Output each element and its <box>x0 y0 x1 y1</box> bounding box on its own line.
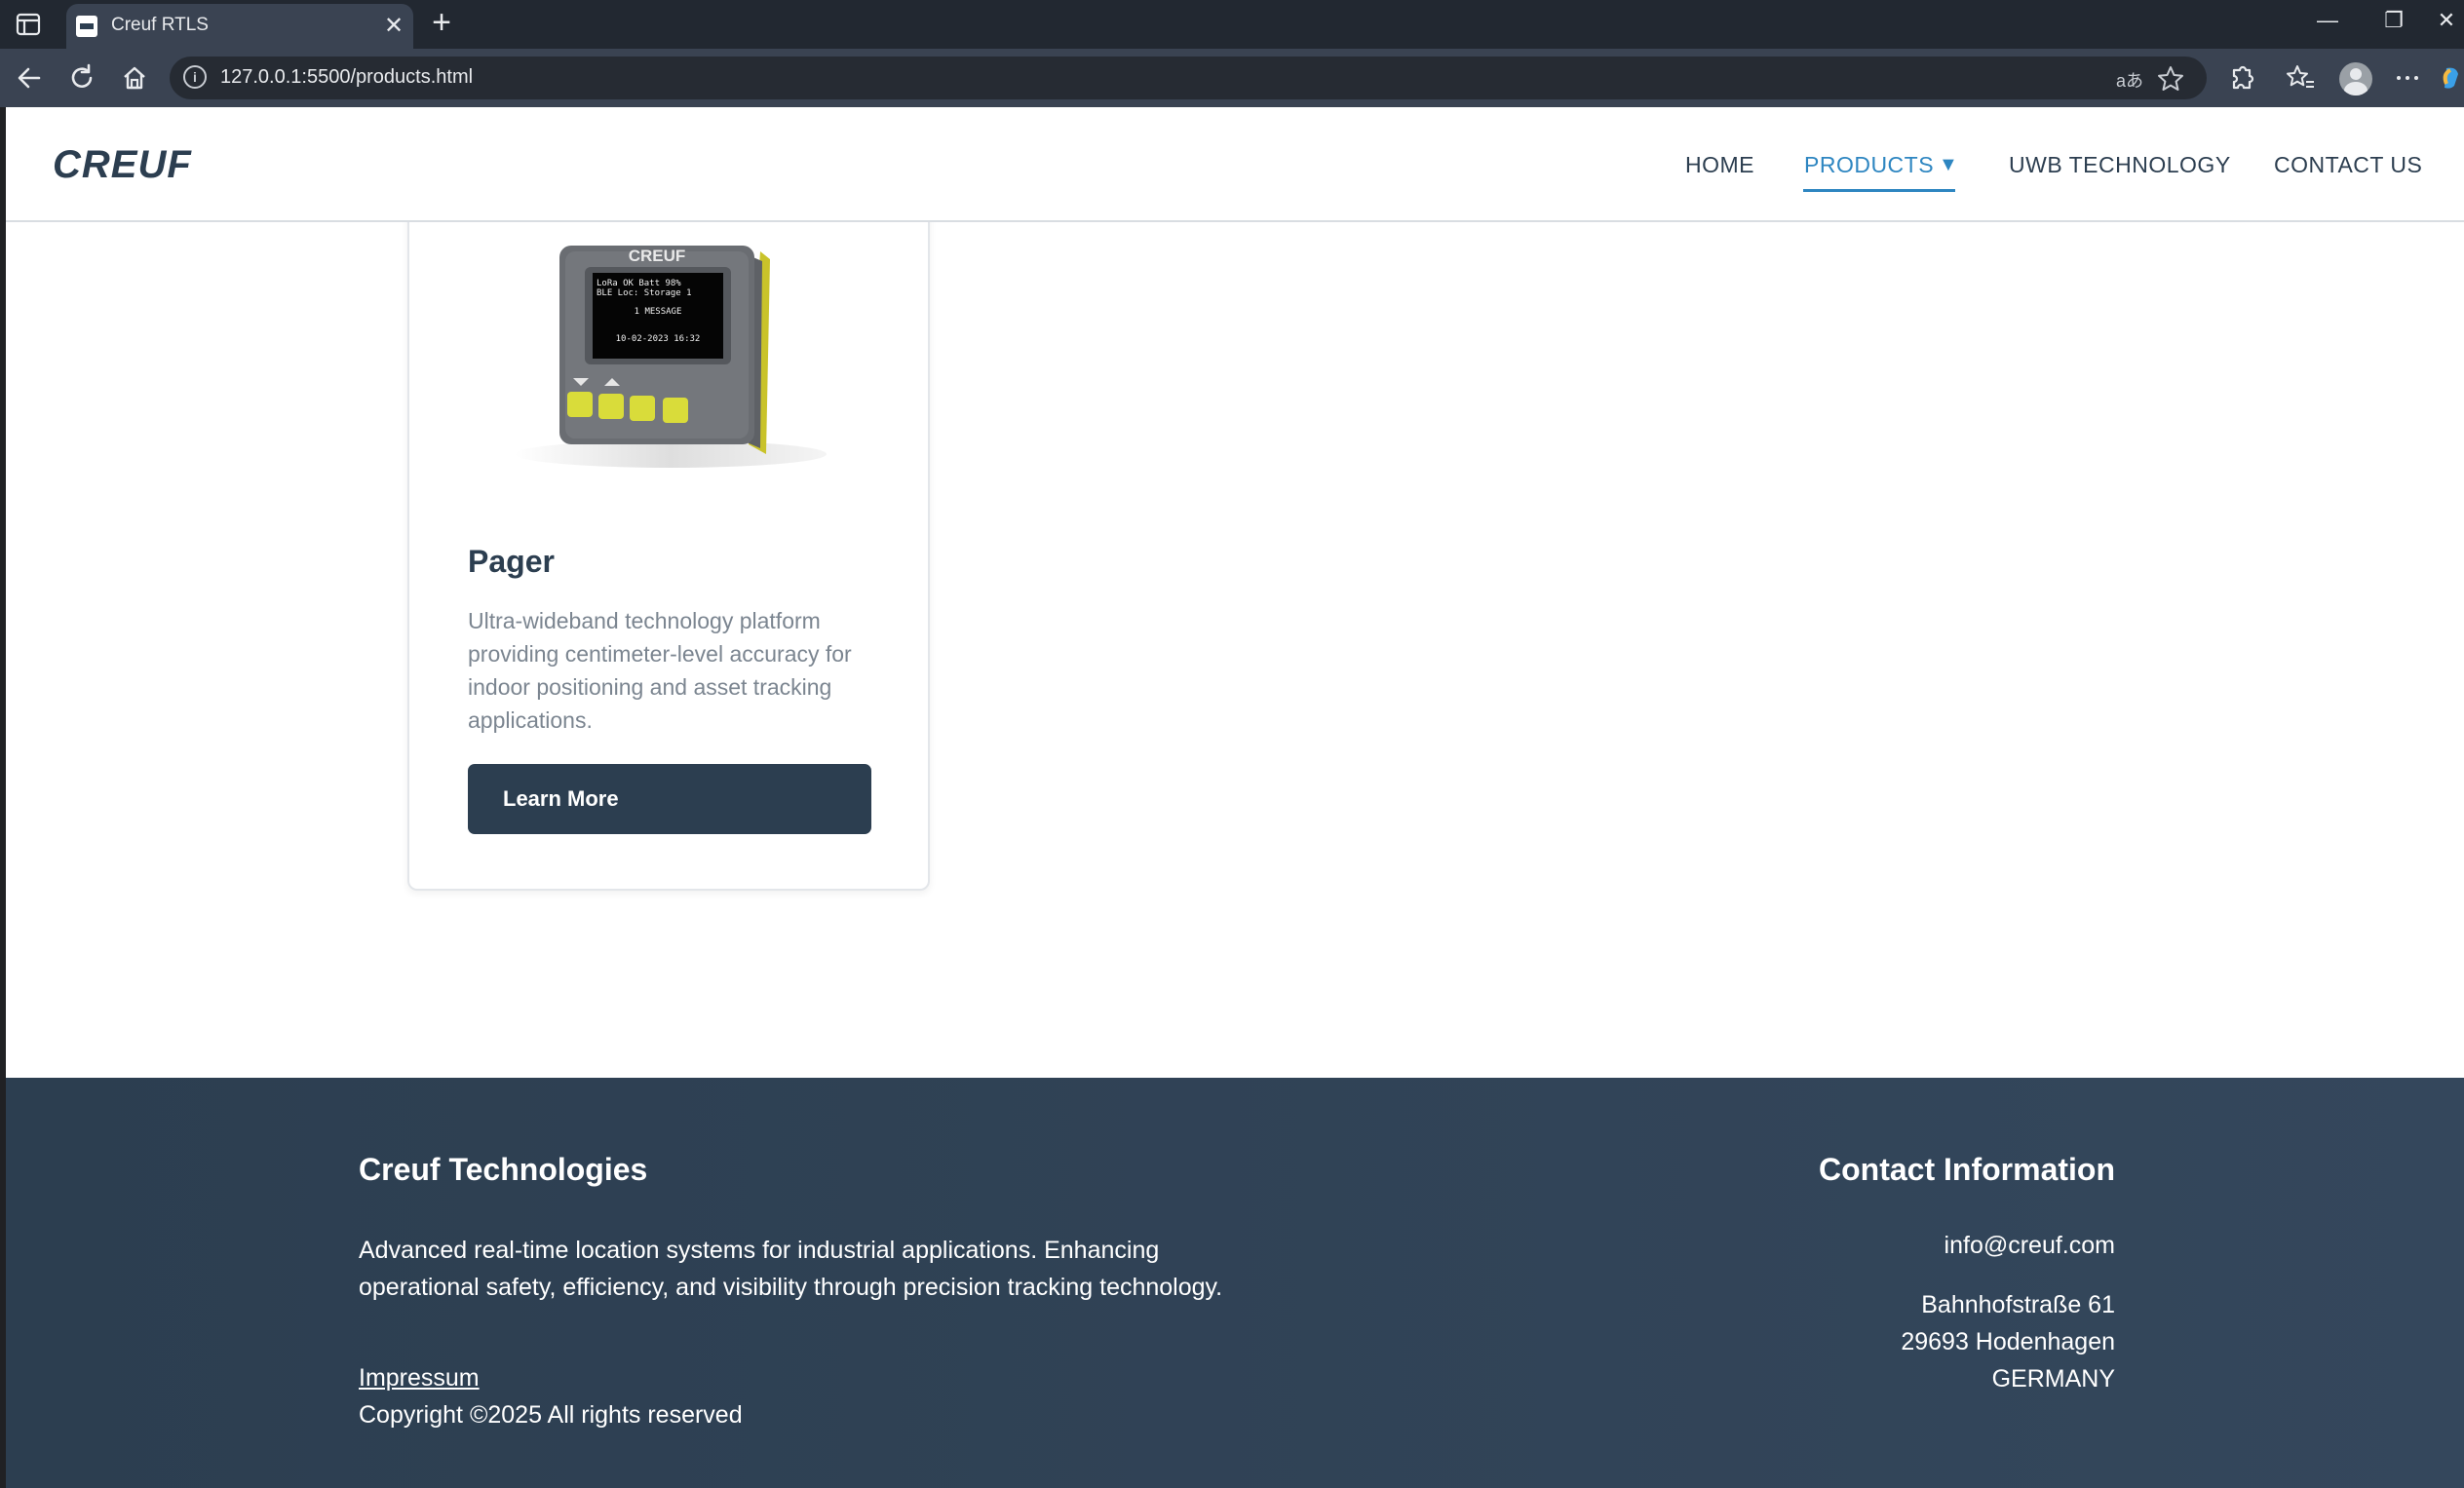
footer-company-title: Creuf Technologies <box>359 1152 648 1187</box>
device-brand-label: CREUF <box>629 247 686 265</box>
nav-home-link[interactable]: HOME <box>1685 152 1754 178</box>
address-city: 29693 Hodenhagen <box>1901 1328 2115 1355</box>
site-header: CREUF HOME PRODUCTS ▼ UWB TECHNOLOGY CON… <box>6 107 2464 222</box>
device-screen-line-2: BLE Loc: Storage 1 <box>597 288 692 298</box>
pager-product-image: CREUF LoRa OK Batt 98% BLE Loc: Storage … <box>515 246 827 468</box>
browser-tab-active[interactable]: Creuf RTLS ✕ <box>66 4 413 49</box>
contact-email[interactable]: info@creuf.com <box>1944 1232 2115 1260</box>
footer-description: Advanced real-time location systems for … <box>359 1237 1223 1301</box>
new-tab-button[interactable]: + <box>425 4 458 42</box>
logo-text: CREUF <box>53 144 192 183</box>
browser-tab-bar: Creuf RTLS ✕ + — ❐ ✕ <box>0 0 2464 49</box>
close-tab-icon[interactable]: ✕ <box>380 12 407 40</box>
address-country: GERMANY <box>1991 1365 2115 1393</box>
product-description: Ultra-wideband technology platform provi… <box>468 608 852 733</box>
favorite-star-icon[interactable] <box>2156 64 2185 94</box>
more-menu-icon[interactable] <box>2390 60 2425 95</box>
nav-contact-us-link[interactable]: CONTACT US <box>2274 152 2422 178</box>
reload-icon[interactable] <box>64 60 99 95</box>
product-card-pager: CREUF LoRa OK Batt 98% BLE Loc: Storage … <box>407 201 930 891</box>
active-nav-underline <box>1803 189 1955 192</box>
restore-window-button[interactable]: ❐ <box>2374 8 2413 33</box>
creuf-logo[interactable]: CREUF <box>53 144 248 183</box>
close-window-button[interactable]: ✕ <box>2427 8 2464 33</box>
back-arrow-icon[interactable] <box>12 60 47 95</box>
device-screen-line-3: 1 MESSAGE <box>635 307 682 317</box>
tab-title: Creuf RTLS <box>111 15 209 35</box>
device-screen-line-4: 10-02-2023 16:32 <box>616 334 701 344</box>
tab-actions-icon[interactable] <box>14 12 43 37</box>
read-aloud-icon[interactable]: aあ <box>2115 67 2144 93</box>
site-footer: Creuf Technologies Advanced real-time lo… <box>6 1078 2464 1488</box>
favorites-icon[interactable] <box>2283 60 2318 95</box>
learn-more-button[interactable]: Learn More <box>468 764 871 834</box>
copyright-text: Copyright ©2025 All rights reserved <box>359 1401 743 1429</box>
minimize-window-button[interactable]: — <box>2308 8 2347 33</box>
device-screen-line-1: LoRa OK Batt 98% <box>597 279 681 288</box>
profile-avatar[interactable] <box>2339 62 2372 95</box>
contact-info-title: Contact Information <box>1819 1152 2115 1187</box>
copilot-icon[interactable] <box>2437 60 2464 95</box>
site-info-icon[interactable]: i <box>183 65 207 89</box>
contact-address: Bahnhofstraße 61 29693 Hodenhagen GERMAN… <box>1901 1286 2115 1397</box>
nav-uwb-technology-link[interactable]: UWB TECHNOLOGY <box>2009 152 2231 178</box>
home-icon[interactable] <box>117 60 152 95</box>
site-favicon-icon <box>76 16 97 37</box>
product-title: Pager <box>468 544 555 579</box>
extensions-icon[interactable] <box>2224 60 2259 95</box>
address-bar[interactable]: i 127.0.0.1:5500/products.html aあ <box>170 57 2207 99</box>
nav-products-link[interactable]: PRODUCTS <box>1804 152 1934 178</box>
browser-toolbar: i 127.0.0.1:5500/products.html aあ <box>0 49 2464 107</box>
url-text[interactable]: 127.0.0.1:5500/products.html <box>220 66 473 89</box>
address-street: Bahnhofstraße 61 <box>1921 1291 2115 1318</box>
impressum-link[interactable]: Impressum <box>359 1364 480 1393</box>
page-viewport: CREUF LoRa OK Batt 98% BLE Loc: Storage … <box>6 107 2464 1488</box>
chevron-down-icon[interactable]: ▼ <box>1939 154 1958 176</box>
